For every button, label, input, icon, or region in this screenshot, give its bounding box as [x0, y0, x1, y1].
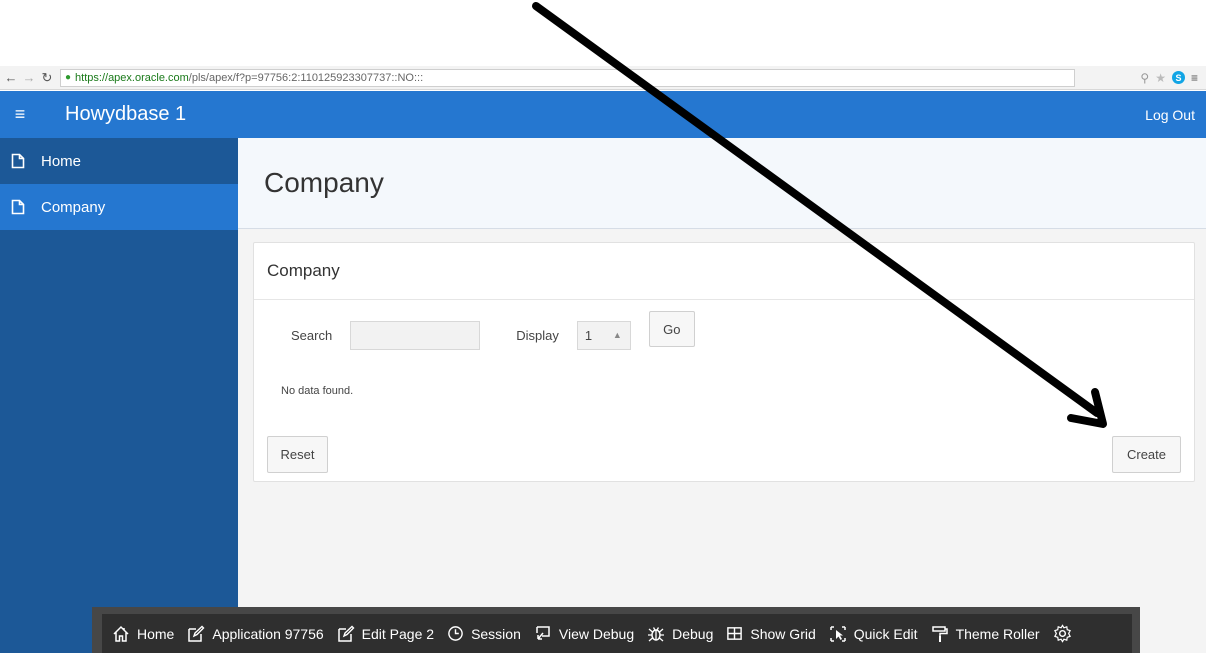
dev-view-debug-button[interactable]: View Debug — [534, 625, 634, 643]
dev-debug-label: Debug — [672, 625, 714, 642]
edit-icon — [188, 625, 205, 642]
sidebar-item-label: Company — [41, 198, 106, 216]
dev-home-label: Home — [137, 625, 175, 642]
dev-show-grid-label: Show Grid — [750, 625, 816, 642]
dev-settings-button[interactable] — [1053, 624, 1079, 643]
dev-application-label: Application 97756 — [212, 625, 324, 642]
menu-icon[interactable]: ≡ — [1191, 71, 1198, 85]
create-button[interactable]: Create — [1112, 436, 1181, 473]
home-icon — [113, 625, 129, 642]
dev-edit-page-label: Edit Page 2 — [361, 625, 435, 642]
grid-icon — [727, 627, 743, 640]
select-caret-icon: ▲ — [612, 330, 622, 340]
gear-icon — [1053, 624, 1071, 643]
bug-icon — [648, 626, 665, 641]
developer-toolbar: Home Application 97756 Edit Page 2 Sessi… — [92, 607, 1140, 653]
page-header: Company — [238, 138, 1206, 229]
dev-home-button[interactable]: Home — [112, 625, 174, 643]
dev-debug-button[interactable]: Debug — [647, 625, 713, 643]
dev-session-label: Session — [471, 625, 521, 642]
sidebar-item-home[interactable]: Home — [0, 138, 238, 184]
app-header: ≡ Howydbase 1 Log Out — [0, 91, 1206, 138]
main-content: Company Company Search Display 1 ▲ Go No… — [238, 138, 1206, 653]
forward-icon[interactable]: → — [22, 70, 36, 85]
app-title[interactable]: Howydbase 1 — [65, 103, 186, 126]
logout-link[interactable]: Log Out — [1145, 107, 1195, 123]
address-bar[interactable]: ● https://apex.oracle.com/pls/apex/f?p=9… — [60, 68, 1075, 87]
quick-edit-icon — [830, 625, 846, 642]
report-region: Company Search Display 1 ▲ Go No data fo… — [253, 242, 1195, 482]
dev-show-grid-button[interactable]: Show Grid — [726, 625, 816, 642]
dev-quick-edit-button[interactable]: Quick Edit — [829, 625, 918, 643]
dev-view-debug-label: View Debug — [558, 625, 635, 642]
clock-icon — [448, 626, 463, 641]
url-path: /pls/apex/f?p=97756:2:110125923307737::N… — [188, 71, 424, 84]
paint-roller-icon — [931, 625, 948, 642]
dev-quick-edit-label: Quick Edit — [853, 625, 918, 642]
hamburger-menu-icon[interactable]: ≡ — [0, 91, 40, 138]
search-bar: Search Display 1 ▲ Go — [254, 311, 1194, 355]
zoom-icon[interactable]: ⚲ — [1140, 71, 1149, 85]
dev-application-button[interactable]: Application 97756 — [187, 625, 324, 643]
page-title: Company — [264, 167, 384, 198]
reload-icon[interactable]: ↻ — [40, 70, 54, 86]
sidebar: Home Company — [0, 138, 238, 653]
sidebar-item-company[interactable]: Company — [0, 184, 238, 230]
no-data-message: No data found. — [281, 385, 354, 397]
lock-icon: ● — [65, 72, 72, 83]
go-button[interactable]: Go — [648, 311, 695, 347]
display-value: 1 — [584, 327, 593, 343]
document-icon — [11, 153, 25, 169]
dev-session-button[interactable]: Session — [447, 625, 521, 642]
dev-edit-page-button[interactable]: Edit Page 2 — [337, 625, 434, 643]
dev-theme-roller-label: Theme Roller — [955, 625, 1040, 642]
search-input[interactable] — [350, 320, 481, 350]
back-icon[interactable]: ← — [4, 70, 18, 85]
region-header: Company — [254, 243, 1194, 300]
search-label: Search — [291, 327, 333, 343]
screenshot: ← → ↻ ● https://apex.oracle.com/pls/apex… — [0, 0, 1206, 653]
browser-toolbar: ← → ↻ ● https://apex.oracle.com/pls/apex… — [0, 66, 1206, 90]
url-host: https://apex.oracle.com — [75, 71, 189, 84]
dev-theme-roller-button[interactable]: Theme Roller — [931, 625, 1040, 643]
display-select[interactable]: 1 ▲ — [576, 320, 631, 350]
display-label: Display — [516, 327, 559, 343]
view-debug-icon — [536, 625, 550, 640]
sidebar-item-label: Home — [41, 152, 82, 170]
edit-icon — [337, 625, 355, 642]
skype-icon[interactable]: S — [1171, 71, 1185, 84]
reset-button[interactable]: Reset — [267, 436, 328, 473]
document-icon — [11, 199, 25, 215]
region-title: Company — [267, 261, 340, 280]
star-icon[interactable]: ★ — [1155, 71, 1166, 85]
